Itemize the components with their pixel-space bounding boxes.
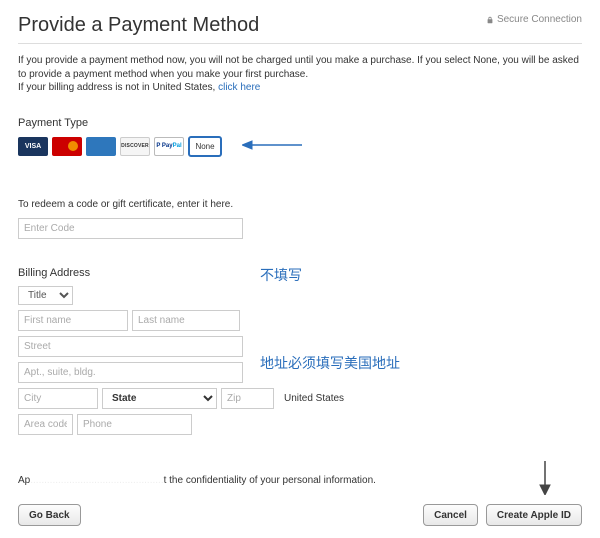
visa-card-option[interactable]: VISA [18, 137, 48, 156]
divider [18, 43, 582, 44]
intro-text: If you provide a payment method now, you… [18, 54, 582, 95]
arrow-annotation-icon [242, 139, 302, 154]
apt-input[interactable] [18, 362, 243, 383]
last-name-input[interactable] [132, 310, 240, 331]
mastercard-option[interactable] [52, 137, 82, 156]
go-back-button[interactable]: Go Back [18, 504, 81, 526]
country-label: United States [284, 393, 344, 404]
secure-connection-label: Secure Connection [486, 14, 582, 25]
annotation-dont-fill: 不填写 [260, 265, 302, 285]
phone-input[interactable] [77, 414, 192, 435]
none-payment-option[interactable]: None [188, 136, 222, 157]
redeem-code-input[interactable] [18, 218, 243, 239]
paypal-option[interactable]: P PayPal [154, 137, 184, 156]
payment-type-label: Payment Type [18, 117, 582, 129]
page-title: Provide a Payment Method [18, 14, 259, 37]
zip-input[interactable] [221, 388, 274, 409]
amex-card-option[interactable] [86, 137, 116, 156]
street-input[interactable] [18, 336, 243, 357]
change-country-link[interactable]: click here [218, 82, 260, 93]
arrow-down-annotation-icon [538, 461, 552, 498]
cancel-button[interactable]: Cancel [423, 504, 478, 526]
create-apple-id-button[interactable]: Create Apple ID [486, 504, 582, 526]
privacy-footnote: Ap......................................… [18, 475, 582, 486]
title-select[interactable]: Title [18, 286, 73, 305]
area-code-input[interactable] [18, 414, 73, 435]
first-name-input[interactable] [18, 310, 128, 331]
city-input[interactable] [18, 388, 98, 409]
state-select[interactable]: State [102, 388, 217, 409]
lock-icon [486, 16, 494, 24]
redeem-hint: To redeem a code or gift certificate, en… [18, 199, 582, 210]
annotation-us-address: 地址必须填写美国地址 [260, 353, 400, 373]
discover-card-option[interactable]: DISCOVER [120, 137, 150, 156]
